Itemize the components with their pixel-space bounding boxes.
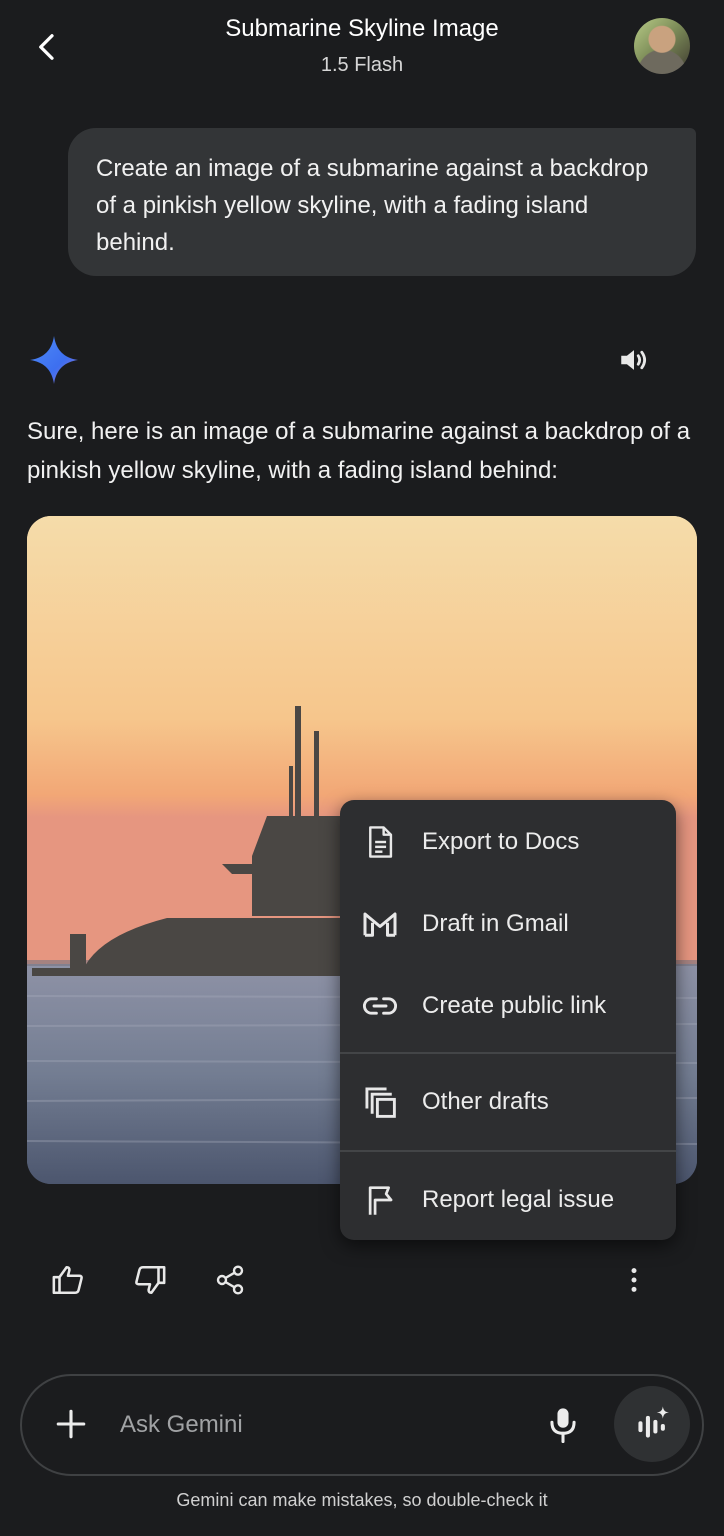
menu-item-draft-gmail[interactable]: Draft in Gmail xyxy=(340,884,676,964)
disclaimer-text: Gemini can make mistakes, so double-chec… xyxy=(176,1490,548,1510)
menu-item-create-link[interactable]: Create public link xyxy=(340,966,676,1046)
thumbs-up-button[interactable] xyxy=(46,1258,90,1302)
live-waveform-icon xyxy=(638,1406,669,1438)
menu-item-label: Report legal issue xyxy=(422,1186,615,1213)
chevron-left-icon xyxy=(39,34,54,60)
link-icon xyxy=(358,984,402,1028)
menu-item-other-drafts[interactable]: Other drafts xyxy=(340,1062,676,1142)
menu-divider xyxy=(340,1150,676,1152)
model-selector[interactable]: 1.5 Flash xyxy=(120,52,604,78)
docs-icon xyxy=(358,820,402,864)
thumbs-down-button[interactable] xyxy=(128,1258,172,1302)
read-aloud-button[interactable] xyxy=(612,338,656,382)
plus-icon xyxy=(56,1409,86,1439)
drafts-icon xyxy=(358,1080,402,1124)
response-text: Sure, here is an image of a submarine ag… xyxy=(27,418,691,484)
menu-item-export-docs[interactable]: Export to Docs xyxy=(340,802,676,882)
gmail-icon xyxy=(358,902,402,946)
add-attachment-button[interactable] xyxy=(46,1398,96,1450)
gemini-live-button[interactable] xyxy=(614,1386,690,1462)
page-title: Submarine Skyline Image xyxy=(225,15,499,42)
share-button[interactable] xyxy=(208,1258,252,1302)
microphone-icon xyxy=(550,1408,576,1443)
more-vert-icon xyxy=(631,1268,637,1292)
menu-item-label: Draft in Gmail xyxy=(422,910,569,937)
menu-item-label: Other drafts xyxy=(422,1088,549,1115)
share-export-menu: Export to Docs Draft in Gmail Create pub… xyxy=(340,800,676,1240)
ask-gemini-input[interactable] xyxy=(120,1402,520,1448)
thumbs-down-icon xyxy=(135,1265,166,1295)
back-button[interactable] xyxy=(22,22,72,72)
menu-item-report-legal[interactable]: Report legal issue xyxy=(340,1160,676,1240)
user-message-bubble: Create an image of a submarine against a… xyxy=(68,128,696,276)
menu-divider xyxy=(340,1052,676,1054)
menu-item-label: Create public link xyxy=(422,992,607,1019)
more-options-button[interactable] xyxy=(612,1258,656,1302)
menu-item-label: Export to Docs xyxy=(422,828,580,855)
thumbs-up-icon xyxy=(52,1265,83,1295)
share-icon xyxy=(216,1265,244,1295)
header: Submarine Skyline Image 1.5 Flash xyxy=(120,14,604,78)
flag-icon xyxy=(358,1178,402,1222)
avatar[interactable] xyxy=(634,18,690,74)
gemini-spark-icon xyxy=(28,334,80,386)
speaker-icon xyxy=(621,350,647,370)
microphone-button[interactable] xyxy=(540,1400,586,1450)
